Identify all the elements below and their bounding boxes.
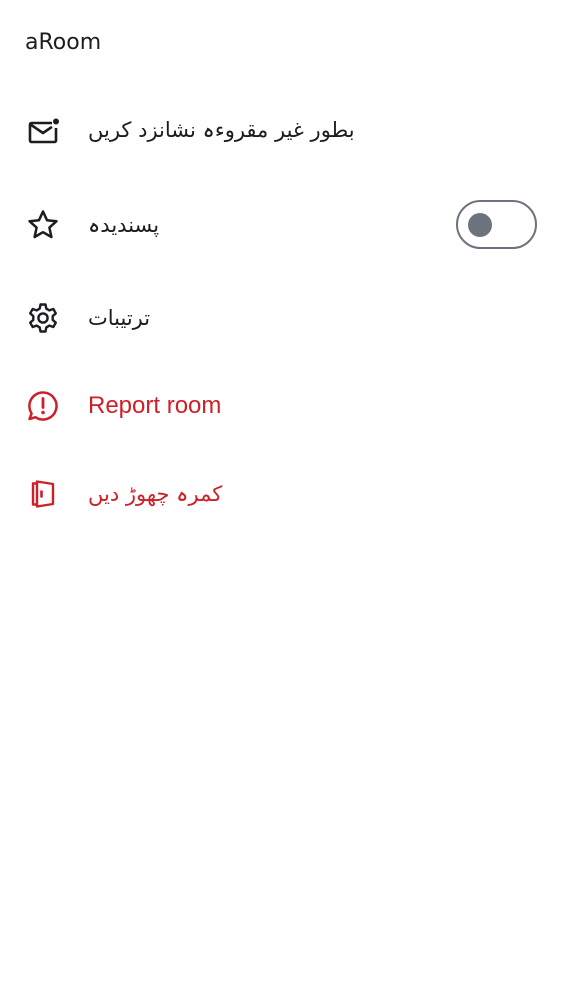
settings-item[interactable]: ترتیبات [0,272,562,364]
star-icon [25,207,61,243]
favorite-label: پسندیدہ [88,213,160,237]
report-room-label: Report room [88,392,222,419]
leave-door-icon [25,476,61,512]
report-icon [25,388,61,424]
room-title: aRoom [25,30,102,55]
settings-label: ترتیبات [88,306,151,330]
leave-room-label: کمرہ چھوڑ دیں [88,482,223,506]
toggle-knob [468,212,492,237]
mark-unread-item[interactable]: بطور غیر مقروءہ نشانزد کریں [0,84,562,176]
favorite-toggle[interactable] [456,200,537,249]
report-room-item[interactable]: Report room [0,360,562,452]
leave-room-item[interactable]: کمرہ چھوڑ دیں [0,448,562,540]
mark-unread-label: بطور غیر مقروءہ نشانزد کریں [88,118,355,142]
favorite-item[interactable]: پسندیدہ [0,179,562,271]
mail-unread-icon [25,112,61,148]
gear-icon [25,300,61,336]
